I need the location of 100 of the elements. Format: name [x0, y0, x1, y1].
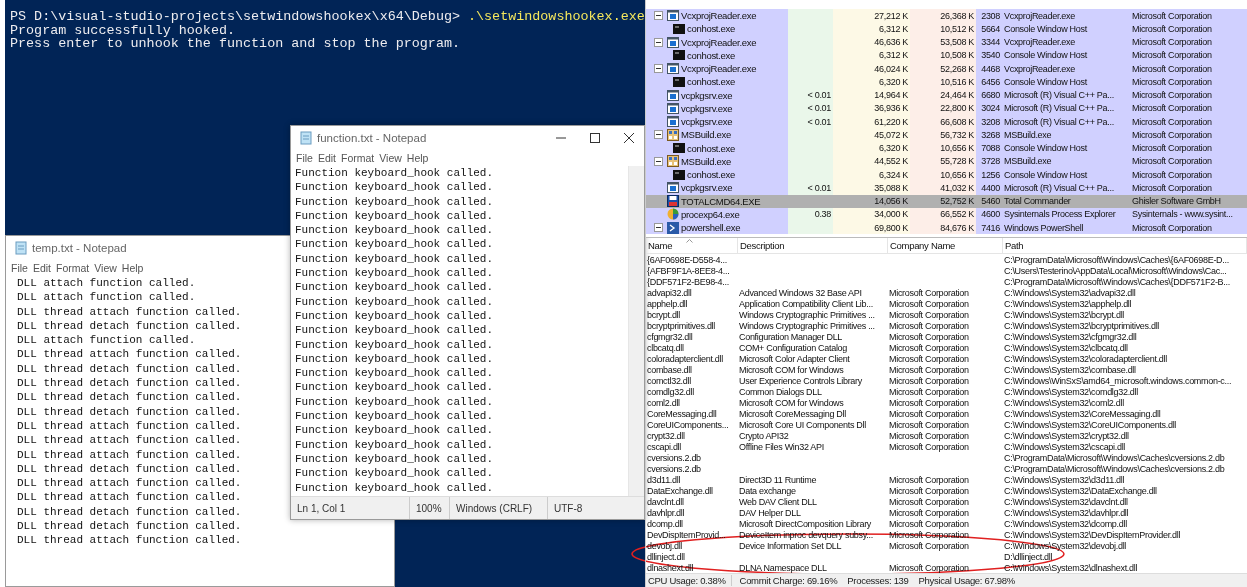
process-row[interactable]: conhost.exe 6,312 K 10,512 K 5664 Console Window Host Microsoft Corporation: [646, 22, 1247, 36]
table-cell-text: DLNA Namespace DLL: [738, 562, 828, 573]
table-cell-text: {AFBF9F1A-8EE8-4...: [646, 265, 731, 276]
table-cell-text: Application Compatibility Client Lib...: [738, 298, 874, 309]
table-cell-text: Microsoft (R) Visual C++ Pa...: [1003, 89, 1115, 102]
text-line: DLL thread detach function called.: [17, 504, 242, 520]
collapse-icon[interactable]: [654, 156, 663, 166]
table-cell-text: Web DAV Client DLL: [738, 496, 818, 507]
table-cell-text: 3540: [980, 49, 1001, 62]
table-cell-text: bcrypt.dll: [646, 309, 681, 320]
process-name: conhost.exe: [687, 76, 735, 88]
text-line: DLL thread attach function called.: [17, 418, 242, 434]
scrollbar[interactable]: [628, 166, 644, 496]
console-output: Press enter to unhook the function and stop the program.: [9, 37, 461, 51]
menu-item[interactable]: Help: [121, 262, 144, 274]
table-cell-text: Microsoft Corporation: [1131, 22, 1213, 36]
table-cell-text: 1256: [980, 168, 1001, 182]
column-header[interactable]: Path: [1003, 238, 1247, 253]
table-cell-text: Advanced Windows 32 Base API: [738, 287, 863, 298]
process-row[interactable]: MSBuild.exe 45,072 K 56,732 K 3268 MSBuild.exe Microsoft Corporation: [646, 128, 1247, 142]
collapse-icon[interactable]: [654, 64, 663, 74]
text-line: DLL thread detach function called.: [17, 361, 242, 377]
table-cell-text: 5664: [980, 22, 1001, 36]
text-line: Function keyboard_hook called.: [295, 351, 494, 367]
table-cell-text: Microsoft Corporation: [888, 375, 970, 386]
text-line: DLL thread detach function called.: [17, 390, 242, 405]
menu-item[interactable]: View: [379, 152, 402, 164]
table-cell-text: 3024: [980, 102, 1001, 115]
table-cell-text: C:\Windows\System32\d3d11.dll: [1003, 474, 1126, 485]
process-row[interactable]: powershell.exe 69,800 K 84,676 K 7416 Windows PowerShell Microsoft Corporation: [646, 221, 1247, 235]
build-icon: [667, 128, 679, 141]
table-cell-text: davhlpr.dll: [646, 507, 686, 518]
table-cell-text: Crypto API32: [738, 430, 790, 441]
table-cell-text: Device Information Set DLL: [738, 540, 843, 551]
table-cell-text: C:\ProgramData\Microsoft\Windows\Caches\{6AF0698E-D...: [1003, 254, 1230, 265]
menu-item[interactable]: Edit: [317, 152, 336, 164]
table-cell-text: Microsoft DirectComposition Library: [738, 518, 873, 529]
table-cell-text: Microsoft Corporation: [888, 562, 970, 573]
process-row[interactable]: VcxprojReader.exe 46,024 K 52,268 K 4468 VcxprojReader.exe Microsoft Corporation: [646, 62, 1247, 76]
window-title: temp.txt - Notepad: [32, 242, 127, 254]
collapse-icon[interactable]: [654, 130, 663, 140]
text-line: Function keyboard_hook called.: [295, 337, 494, 352]
table-cell-text: Microsoft Corporation: [1131, 62, 1213, 76]
menu-item[interactable]: Edit: [32, 262, 51, 274]
process-row[interactable]: conhost.exe 6,324 K 10,656 K 1256 Console Window Host Microsoft Corporation: [646, 168, 1247, 182]
table-cell-text: Microsoft Corporation: [1131, 155, 1213, 168]
menu-item[interactable]: View: [94, 262, 117, 274]
table-cell-text: C:\Windows\System32\coloradapterclient.dll: [1003, 353, 1168, 364]
process-row[interactable]: vcpkgsrv.exe < 0.01 35,088 K 41,032 K 4400 Microsoft (R) Visual C++ Pa... Microsoft Corporation: [646, 181, 1247, 195]
table-cell-text: Data exchange: [738, 485, 797, 496]
table-cell-text: Microsoft Corporation: [888, 507, 970, 518]
column-header[interactable]: Name: [646, 238, 738, 253]
table-cell-text: C:\Users\Testerino\AppData\Local\Microsoft\Windows\Cac...: [1003, 265, 1228, 276]
table-cell: 69,800 K: [833, 221, 910, 235]
table-cell-text: Microsoft Corporation: [1131, 115, 1213, 129]
table-cell-text: coloradapterclient.dll: [646, 353, 724, 364]
process-name: vcpkgsrv.exe: [681, 89, 733, 101]
maximize-icon: [590, 133, 600, 143]
text-line: Function keyboard_hook called.: [295, 423, 494, 438]
status-text: Physical Usage: 67.98%: [917, 575, 1016, 586]
process-row[interactable]: conhost.exe 6,320 K 10,516 K 6456 Console Window Host Microsoft Corporation: [646, 75, 1247, 89]
process-row[interactable]: vcpkgsrv.exe < 0.01 61,220 K 66,608 K 3208 Microsoft (R) Visual C++ Pa... Microsoft Corporation: [646, 115, 1247, 129]
table-cell-text: Windows PowerShell: [1003, 221, 1085, 235]
process-explorer-icon: [667, 208, 679, 221]
close-icon: [624, 133, 634, 143]
menu-item[interactable]: Format: [56, 262, 90, 274]
table-cell: 56,732 K: [910, 128, 976, 142]
table-cell-text: advapi32.dll: [646, 287, 693, 298]
column-header[interactable]: Company Name: [888, 238, 1003, 253]
process-name: VcxprojReader.exe: [681, 10, 757, 22]
column-header[interactable]: Description: [738, 238, 888, 253]
collapse-icon[interactable]: [654, 37, 663, 47]
menu-item[interactable]: Help: [406, 152, 429, 164]
table-cell: < 0.01: [788, 115, 833, 129]
console-command: .\setwindowshookex.exe: [468, 9, 645, 24]
table-cell-text: Microsoft Corporation: [888, 364, 970, 375]
table-cell: 66,608 K: [910, 115, 976, 129]
table-cell-text: COM+ Configuration Catalog: [738, 342, 848, 353]
table-cell-text: Microsoft Corporation: [888, 496, 970, 507]
table-cell-text: MSBuild.exe: [1003, 128, 1053, 142]
table-cell-text: C:\Windows\System32\DevDispItemProvider.dll: [1003, 529, 1182, 540]
table-cell-text: 3344: [980, 36, 1001, 49]
table-cell: 61,220 K: [833, 115, 910, 129]
text-line: Function keyboard_hook called.: [295, 437, 494, 452]
table-cell-text: C:\Windows\System32\cscapi.dll: [1003, 441, 1127, 452]
table-cell-text: Windows Cryptographic Primitives ...: [738, 309, 876, 320]
menu-item[interactable]: Format: [341, 152, 375, 164]
table-cell-text: Microsoft Corporation: [1131, 75, 1213, 89]
table-cell-text: CoreMessaging.dll: [646, 408, 718, 419]
table-cell-text: Microsoft Corporation: [888, 353, 970, 364]
collapse-icon[interactable]: [654, 223, 663, 233]
process-row[interactable]: VcxprojReader.exe 27,212 K 26,368 K 2308 VcxprojReader.exe Microsoft Corporation: [646, 9, 1247, 23]
table-cell-text: Microsoft Corporation: [888, 485, 970, 496]
collapse-icon[interactable]: [654, 11, 663, 21]
table-cell-text: C:\Windows\System32\apphelp.dll: [1003, 298, 1133, 309]
menu-item[interactable]: File: [296, 152, 313, 164]
table-cell-text: Microsoft Corporation: [1131, 142, 1213, 155]
menu-item[interactable]: File: [11, 262, 28, 274]
table-cell-text: davclnt.dll: [646, 496, 685, 507]
table-cell: 6,324 K: [833, 168, 910, 182]
